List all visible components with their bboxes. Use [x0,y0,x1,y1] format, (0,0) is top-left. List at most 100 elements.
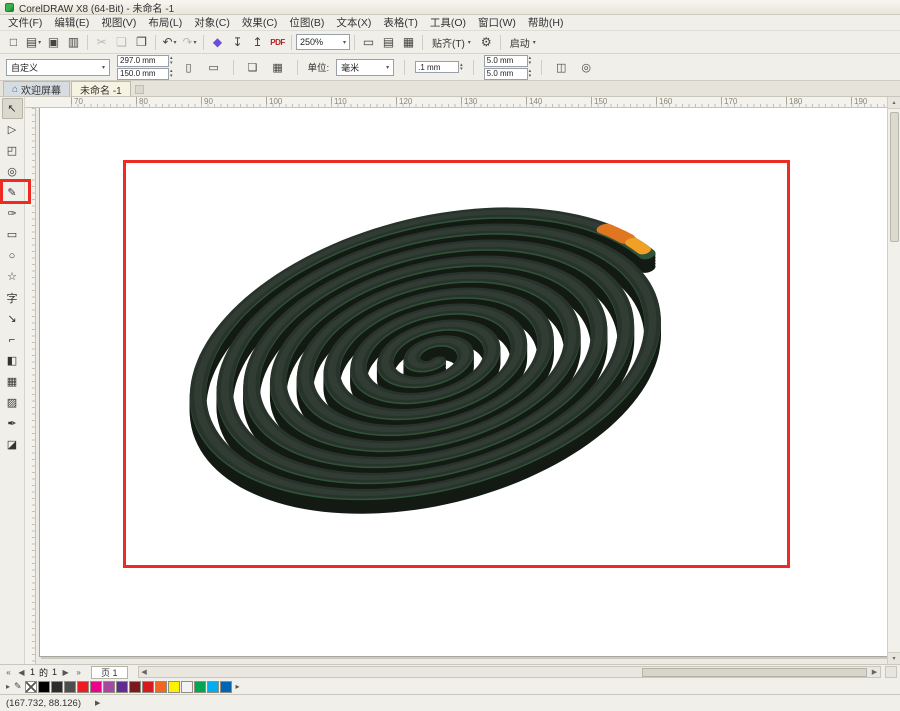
horizontal-scroll-thumb[interactable] [642,668,867,677]
scroll-left-button[interactable]: ◀ [139,668,150,676]
units-combobox[interactable]: 毫米 ▾ [336,59,394,76]
export-button[interactable]: ↥ [248,33,267,52]
page-1-tab[interactable]: 页 1 [91,666,128,679]
menu-item[interactable]: 对象(C) [188,15,236,30]
eyedropper-tool[interactable]: ✒ [2,413,23,434]
horizontal-scrollbar[interactable]: ◀ ▶ [138,666,881,678]
color-swatch[interactable] [64,681,76,693]
undo-button[interactable]: ↶▾ [160,33,179,52]
search-content-button[interactable]: ◆ [208,33,227,52]
zoom-level-combobox[interactable]: 250% ▾ [296,34,350,50]
color-swatch[interactable] [207,681,219,693]
crop-tool[interactable]: ◰ [2,140,23,161]
text-tool[interactable]: 字 [2,287,23,308]
first-page-button[interactable]: « [3,668,14,677]
color-swatch[interactable] [142,681,154,693]
copy-button[interactable]: ❏ [112,33,131,52]
menu-item[interactable]: 文本(X) [330,15,377,30]
duplicate-distance-y-field[interactable]: 5.0 mm [484,68,528,80]
mesh-fill-tool[interactable]: ▦ [2,371,23,392]
scroll-up-button[interactable]: ▴ [888,97,900,109]
treat-as-filled-button[interactable]: ◫ [552,58,570,76]
redo-button[interactable]: ↷▾ [180,33,199,52]
rectangle-tool[interactable]: ▭ [2,224,23,245]
open-button[interactable]: ▤▾ [24,33,43,52]
show-grid-button[interactable]: ▦ [399,33,418,52]
color-swatch[interactable] [168,681,180,693]
print-button[interactable]: ▥ [64,33,83,52]
new-button[interactable]: □ [4,33,23,52]
fullscreen-preview-button[interactable]: ▭ [359,33,378,52]
scroll-right-button[interactable]: ▶ [869,668,880,676]
drawing-canvas[interactable] [36,108,887,664]
navigator-corner-button[interactable] [885,666,897,678]
scroll-down-button[interactable]: ▾ [888,652,900,664]
vertical-scroll-thumb[interactable] [890,112,899,242]
polygon-tool[interactable]: ☆ [2,266,23,287]
no-color-swatch[interactable] [25,681,37,693]
tab-untitled-document[interactable]: 未命名 -1 [71,81,131,96]
fill-tool[interactable]: ◪ [2,434,23,455]
color-swatch[interactable] [116,681,128,693]
color-swatch[interactable] [77,681,89,693]
page-width-field[interactable]: 297.0 mm [117,55,169,67]
artistic-media-tool[interactable]: ✑ [2,203,23,224]
menu-item[interactable]: 文件(F) [2,15,48,30]
duplicate-y-stepper[interactable]: ▴▾ [529,69,532,78]
connector-tool[interactable]: ⌐ [2,329,23,350]
save-button[interactable]: ▣ [44,33,63,52]
color-swatch[interactable] [103,681,115,693]
menu-item[interactable]: 编辑(E) [48,15,95,30]
vertical-scrollbar[interactable]: ▴ ▾ [887,97,900,664]
horizontal-ruler[interactable]: 70 80 90 100 110 120 130 140 150 [25,97,887,108]
menu-item[interactable]: 帮助(H) [522,15,570,30]
menu-item[interactable]: 工具(O) [424,15,472,30]
portrait-button[interactable]: ▯ [180,58,198,76]
launch-button[interactable]: 启动 ▾ [505,33,541,52]
menu-item[interactable]: 布局(L) [142,15,188,30]
status-flyout-arrow[interactable]: ▶ [95,699,100,707]
menu-item[interactable]: 表格(T) [377,15,423,30]
page-width-stepper[interactable]: ▴▾ [170,56,173,65]
nudge-distance-stepper[interactable]: ▴▾ [460,63,463,72]
tab-welcome-screen[interactable]: ⌂ 欢迎屏幕 [3,81,70,96]
color-swatch[interactable] [129,681,141,693]
next-page-button[interactable]: ▶ [60,668,71,677]
color-swatch[interactable] [181,681,193,693]
page-height-field[interactable]: 150.0 mm [117,68,169,80]
ellipse-tool[interactable]: ○ [2,245,23,266]
color-swatch[interactable] [51,681,63,693]
menu-item[interactable]: 效果(C) [236,15,284,30]
last-page-button[interactable]: » [73,668,84,677]
pick-tool[interactable]: ↖ [2,98,23,119]
page-size-preset-combobox[interactable]: 自定义 ▾ [6,59,110,76]
smart-fill-tool[interactable]: ▨ [2,392,23,413]
palette-flyout-arrow[interactable]: ▸ [3,682,13,691]
show-rulers-button[interactable]: ▤ [379,33,398,52]
import-button[interactable]: ↧ [228,33,247,52]
palette-scroll-right[interactable]: ▸ [233,682,243,691]
menu-item[interactable]: 位图(B) [283,15,330,30]
shape-tool[interactable]: ▷ [2,119,23,140]
color-swatch[interactable] [194,681,206,693]
color-swatch[interactable] [155,681,167,693]
color-swatch[interactable] [90,681,102,693]
publish-pdf-button[interactable]: PDF [268,33,287,52]
dimension-tool[interactable]: ↘ [2,308,23,329]
current-page-button[interactable]: ▦ [269,58,287,76]
duplicate-distance-x-field[interactable]: 5.0 mm [484,55,528,67]
options-shortcut-button[interactable]: ◎ [577,58,595,76]
snap-to-button[interactable]: 贴齐(T) ▾ [427,33,476,52]
interactive-fill-tool[interactable]: ◧ [2,350,23,371]
page-height-stepper[interactable]: ▴▾ [170,69,173,78]
options-button[interactable]: ⚙ [477,33,496,52]
all-pages-button[interactable]: ❏ [244,58,262,76]
color-swatch[interactable] [220,681,232,693]
duplicate-x-stepper[interactable]: ▴▾ [529,56,532,65]
previous-page-button[interactable]: ◀ [16,668,27,677]
menu-item[interactable]: 视图(V) [95,15,142,30]
landscape-button[interactable]: ▭ [205,58,223,76]
cut-button[interactable]: ✂ [92,33,111,52]
new-tab-button[interactable] [135,85,144,94]
menu-item[interactable]: 窗口(W) [472,15,522,30]
